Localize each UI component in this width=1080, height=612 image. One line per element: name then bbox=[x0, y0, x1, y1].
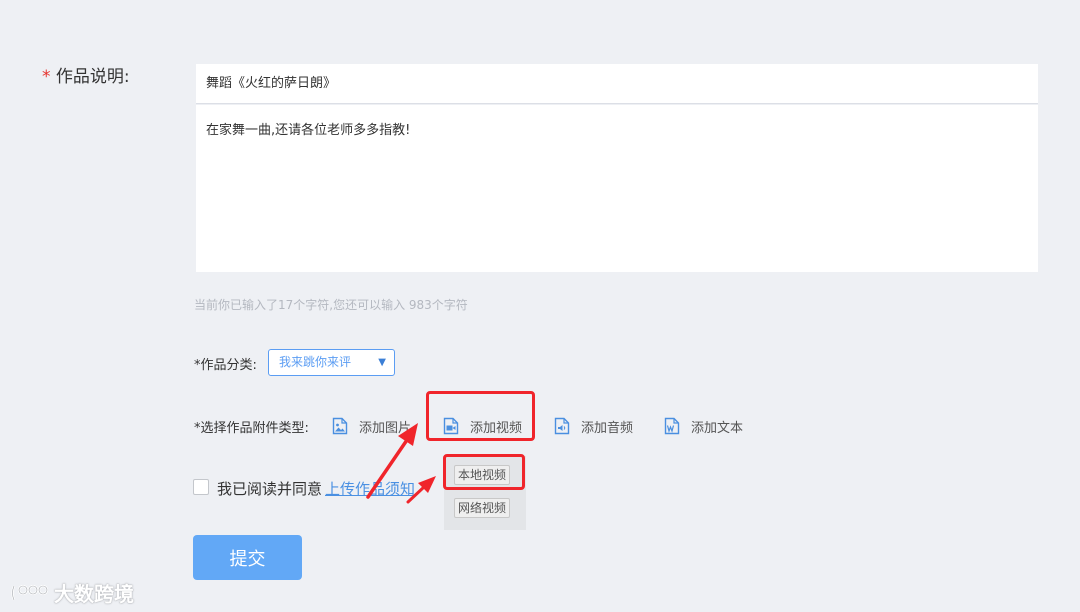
category-label: *作品分类: bbox=[194, 358, 257, 373]
category-select[interactable]: 我来跳你来评 ▼ bbox=[268, 349, 395, 376]
word-file-icon bbox=[664, 417, 680, 435]
add-image-option[interactable]: 添加图片 bbox=[332, 414, 411, 438]
agreement-checkbox[interactable] bbox=[193, 479, 209, 495]
submit-button[interactable]: 提交 bbox=[193, 535, 302, 580]
online-video-option[interactable]: 网络视频 bbox=[454, 498, 511, 518]
watermark-text: 大数跨境 bbox=[54, 582, 134, 606]
caret-down-icon: ▼ bbox=[378, 357, 386, 368]
audio-file-icon bbox=[554, 417, 570, 435]
local-video-highlight-box bbox=[443, 454, 525, 490]
required-mark: * bbox=[42, 67, 51, 87]
add-video-highlight-box bbox=[426, 391, 535, 441]
image-file-icon bbox=[332, 417, 348, 435]
add-audio-option[interactable]: 添加音频 bbox=[554, 414, 633, 438]
description-label-text: 作品说明: bbox=[55, 67, 130, 87]
content-textarea[interactable]: 在家舞一曲,还请各位老师多多指教! bbox=[196, 105, 1038, 272]
attachment-type-label: *选择作品附件类型: bbox=[194, 421, 309, 436]
category-selected-value: 我来跳你来评 bbox=[279, 355, 352, 369]
title-input[interactable]: 舞蹈《火红的萨日朗》 bbox=[196, 64, 1038, 104]
watermark-logo-icon bbox=[11, 584, 49, 600]
watermark: 大数跨境 bbox=[10, 578, 134, 607]
agreement-text: 我已阅读并同意 bbox=[217, 480, 323, 498]
add-audio-label: 添加音频 bbox=[581, 420, 634, 436]
char-counter: 当前你已输入了17个字符,您还可以输入 983个字符 bbox=[194, 298, 468, 312]
add-text-label: 添加文本 bbox=[691, 420, 744, 436]
upload-notice-link[interactable]: 上传作品须知 bbox=[325, 478, 415, 499]
add-text-option[interactable]: 添加文本 bbox=[664, 414, 743, 438]
add-image-label: 添加图片 bbox=[359, 420, 412, 436]
description-label: * 作品说明: bbox=[42, 62, 130, 87]
